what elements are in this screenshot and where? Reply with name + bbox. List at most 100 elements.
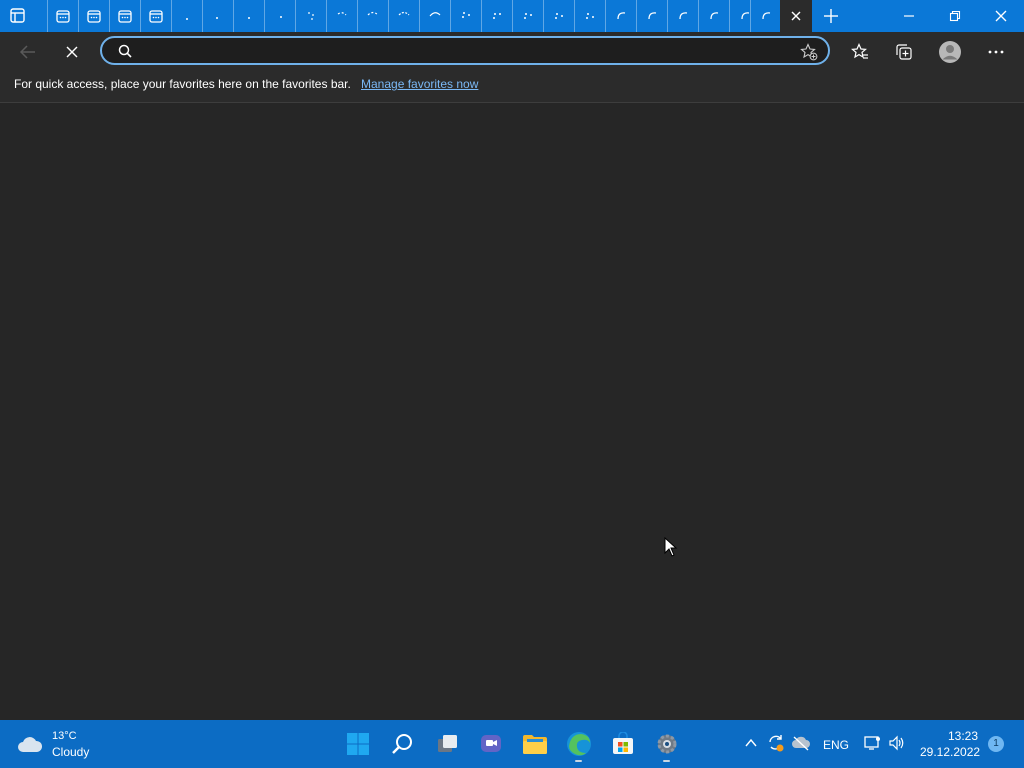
loading-spinner-icon (616, 12, 625, 20)
address-input[interactable] (138, 41, 792, 63)
tab-loading-14[interactable] (574, 0, 604, 32)
tab-active[interactable] (780, 0, 812, 32)
tab-loading-15[interactable] (605, 0, 635, 32)
new-tab-button[interactable] (815, 0, 847, 32)
task-view-button[interactable] (429, 726, 465, 762)
favorites-bar: For quick access, place your favorites h… (0, 70, 1024, 103)
loading-spinner-icon (307, 12, 314, 20)
search-icon (118, 44, 132, 63)
tab-loading-7[interactable] (357, 0, 387, 32)
network-icon (864, 736, 880, 750)
mouse-cursor-icon (664, 536, 678, 562)
edge-browser-button[interactable] (561, 726, 597, 762)
calendar-icon (148, 10, 163, 23)
collections-button[interactable] (888, 36, 920, 68)
tab-loading-10[interactable] (450, 0, 480, 32)
settings-more-button[interactable] (980, 36, 1012, 68)
speaker-icon (889, 735, 904, 751)
loading-spinner-icon (215, 17, 218, 19)
tab-loading-18[interactable] (698, 0, 728, 32)
input-language-indicator[interactable]: ENG (823, 738, 849, 752)
loading-spinner-icon (461, 12, 470, 18)
tab-loading-20[interactable] (750, 0, 780, 32)
store-icon (613, 732, 633, 754)
volume-tray-button[interactable] (888, 735, 906, 756)
tab-calendar-1[interactable] (47, 0, 77, 32)
add-favorite-icon[interactable] (800, 43, 818, 66)
close-icon (995, 10, 1007, 22)
network-tray-button[interactable] (863, 735, 881, 756)
gear-icon (657, 734, 677, 754)
tab-calendar-4[interactable] (140, 0, 170, 32)
tab-loading-1[interactable] (171, 0, 201, 32)
favorites-button[interactable] (844, 36, 876, 68)
loading-spinner-icon (185, 18, 188, 20)
clock-time[interactable]: 13:23 (948, 729, 978, 743)
tab-loading-2[interactable] (202, 0, 232, 32)
clock-date[interactable]: 29.12.2022 (920, 745, 980, 759)
loading-spinner-icon (523, 13, 532, 19)
favorites-icon (851, 43, 868, 59)
loading-spinner-icon (678, 12, 687, 20)
tab-loading-11[interactable] (481, 0, 511, 32)
search-button[interactable] (385, 726, 421, 762)
tab-loading-5[interactable] (295, 0, 325, 32)
loading-spinner-icon (585, 13, 594, 19)
tab-loading-12[interactable] (512, 0, 542, 32)
stop-loading-button[interactable] (56, 36, 88, 68)
address-bar[interactable] (100, 36, 830, 65)
chevron-up-icon (745, 738, 757, 747)
taskbar: 13°C Cloudy ENG 13:23 29.12.2022 1 (0, 720, 1024, 768)
teams-chat-icon (481, 735, 501, 752)
calendar-icon (86, 10, 101, 23)
back-arrow-icon (19, 45, 35, 59)
profile-button[interactable] (934, 36, 966, 68)
browser-toolbar (0, 32, 1024, 70)
loading-spinner-icon (279, 16, 282, 18)
tab-loading-17[interactable] (667, 0, 697, 32)
weather-condition: Cloudy (52, 745, 90, 759)
weather-temperature: 13°C (52, 730, 77, 742)
stop-icon (66, 46, 78, 58)
chat-button[interactable] (473, 726, 509, 762)
back-button[interactable] (12, 36, 44, 68)
tab-loading-13[interactable] (543, 0, 573, 32)
calendar-icon (55, 10, 70, 23)
collections-icon (896, 44, 912, 60)
edge-icon (567, 732, 591, 756)
tab-loading-9[interactable] (419, 0, 449, 32)
store-button[interactable] (605, 726, 641, 762)
minimize-button[interactable] (886, 0, 932, 32)
weather-widget[interactable]: 13°C Cloudy (16, 730, 116, 760)
loading-spinner-icon (492, 13, 501, 19)
tab-actions-icon[interactable] (10, 8, 25, 23)
manage-favorites-link[interactable]: Manage favorites now (361, 77, 478, 91)
settings-app-button[interactable] (649, 726, 685, 762)
file-explorer-button[interactable] (517, 726, 553, 762)
tab-loading-4[interactable] (264, 0, 294, 32)
start-button[interactable] (340, 726, 376, 762)
onedrive-tray-button[interactable] (791, 735, 811, 756)
loading-spinner-icon (554, 13, 563, 19)
avatar-icon (939, 41, 961, 63)
restore-button[interactable] (932, 0, 978, 32)
tab-calendar-3[interactable] (109, 0, 139, 32)
tab-loading-3[interactable] (233, 0, 263, 32)
plus-icon (824, 9, 838, 23)
loading-spinner-icon (647, 12, 656, 20)
close-tab-icon[interactable] (790, 10, 802, 22)
sync-tray-button[interactable] (766, 733, 786, 758)
tab-loading-16[interactable] (636, 0, 666, 32)
tab-loading-8[interactable] (388, 0, 418, 32)
tab-loading-6[interactable] (326, 0, 356, 32)
show-hidden-icons-button[interactable] (744, 736, 758, 755)
tab-calendar-2[interactable] (78, 0, 108, 32)
sync-icon (769, 735, 784, 752)
page-content[interactable] (0, 103, 1024, 720)
more-icon (988, 50, 1004, 54)
favorites-bar-message: For quick access, place your favorites h… (14, 77, 351, 91)
loading-spinner-icon (398, 11, 409, 16)
loading-spinner-icon (367, 11, 378, 16)
notification-badge[interactable]: 1 (988, 736, 1004, 752)
close-window-button[interactable] (978, 0, 1024, 32)
